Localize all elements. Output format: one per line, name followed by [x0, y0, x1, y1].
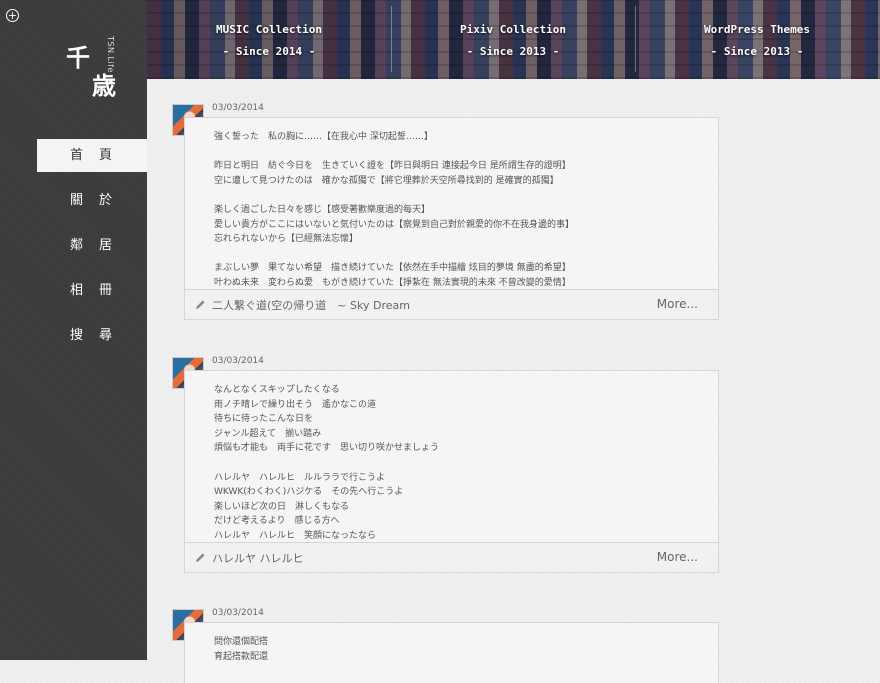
post-body: なんとなくスキップしたくなる 雨ノチ晴レで繰り出そう 遙かなこの道 待ちに待った…: [185, 371, 718, 542]
banner-since: - Since 2013 -: [466, 45, 560, 58]
lyric-line: 楽しく過ごした日々を感じ【感受著歡樂度過的每天】: [214, 204, 431, 215]
post-footer: 二人繋ぐ道(空の帰り道 ~ Sky Dream More...: [185, 289, 718, 319]
add-icon[interactable]: +: [6, 9, 19, 22]
lyric-line: WKWK(わくわく)ハジケる その先へ行こうよ: [214, 487, 404, 498]
banner-wordpress-themes[interactable]: WordPress Themes - Since 2013 -: [635, 0, 879, 79]
lyric-line: 煩悩も才能も 両手に花です 思い切り咲かせましょう: [214, 443, 440, 454]
post-date: 03/03/2014: [212, 608, 264, 618]
lyric-line: 昨日と明日 紡ぐ今日を 生きていく證を【昨日與明日 連接起今日 是所謂生存的證明…: [214, 161, 571, 172]
lyric-line: 空に遭して見つけたのは 確かな孤獨で【將它埋葬於天空所尋找到的 是確實的孤獨】: [214, 175, 559, 186]
banner-music-collection[interactable]: MUSIC Collection - Since 2014 -: [147, 0, 391, 79]
post-card: 強く誓った 私の胸に……【在我心中 深切起誓……】 昨日と明日 紡ぐ今日を 生き…: [184, 117, 719, 320]
nav-item-about[interactable]: 關於: [0, 184, 147, 229]
post-title-link[interactable]: 二人繋ぐ道(空の帰り道 ~ Sky Dream: [212, 297, 410, 313]
post-card: なんとなくスキップしたくなる 雨ノチ晴レで繰り出そう 遙かなこの道 待ちに待った…: [184, 370, 719, 573]
lyric-line: 忘れられないから【已經無法忘懷】: [214, 234, 359, 245]
lyric-line: 待ちに待ったこんな日を: [214, 414, 314, 425]
banner-title: MUSIC Collection: [216, 23, 322, 36]
lyric-line: 問你還個配搭: [214, 637, 269, 647]
nav-item-album[interactable]: 相冊: [0, 274, 147, 319]
main-nav: 首頁 關於 鄰居 相冊 搜尋: [0, 139, 147, 364]
banner-pixiv-collection[interactable]: Pixiv Collection - Since 2013 -: [391, 0, 635, 79]
post-body: 強く誓った 私の胸に……【在我心中 深切起誓……】 昨日と明日 紡ぐ今日を 生き…: [185, 118, 718, 289]
lyric-line: まぶしい夢 果てない希望 描き続けていた【依然在手中描繪 炫目的夢境 無盡的希望…: [214, 263, 571, 274]
post-date: 03/03/2014: [212, 103, 264, 113]
pencil-icon: [195, 553, 205, 563]
logo-char-1: 千: [66, 44, 90, 72]
lyric-line: 楽しいほど次の日 淋しくもなる: [214, 501, 350, 512]
lyric-line: 強く誓った 私の胸に……【在我心中 深切起誓……】: [214, 132, 433, 142]
sidebar: + 千 歳 TSN.Life 首頁 關於 鄰居 相冊 搜尋: [0, 0, 147, 660]
lyric-line: ジャンル超えて 揃い踏み: [214, 428, 322, 439]
header-banner: MUSIC Collection - Since 2014 - Pixiv Co…: [147, 0, 880, 79]
lyric-line: 愛しい貴方がここにはいないと気付いたのは【察覺到自己對於親愛的你不在我身邊的事】: [214, 219, 575, 230]
nav-item-neighbors[interactable]: 鄰居: [0, 229, 147, 274]
more-link[interactable]: More...: [657, 550, 698, 564]
post-body: 問你還個配搭 育起搭款配還: [185, 623, 718, 683]
lyric-line: 雨ノチ晴レで繰り出そう 遙かなこの道: [214, 399, 377, 410]
post-card: 問你還個配搭 育起搭款配還: [184, 622, 719, 683]
site-logo[interactable]: 千 歳 TSN.Life: [62, 34, 132, 104]
nav-item-home[interactable]: 首頁: [37, 139, 147, 172]
banner-since: - Since 2014 -: [222, 45, 316, 58]
pencil-icon: [195, 300, 205, 310]
lyric-line: ハレルヤ ハレルヒ ルルララで行こうよ: [214, 472, 386, 483]
lyric-line: 育起搭款配還: [214, 651, 269, 662]
logo-subtitle: TSN.Life: [106, 36, 115, 73]
post-title-link[interactable]: ハレルヤ ハレルヒ: [212, 550, 304, 566]
lyric-line: だけど考えるより 感じる方へ: [214, 516, 340, 527]
banner-title: WordPress Themes: [704, 23, 810, 36]
banner-title: Pixiv Collection: [460, 23, 566, 36]
more-link[interactable]: More...: [657, 297, 698, 311]
banner-since: - Since 2013 -: [710, 45, 804, 58]
post-date: 03/03/2014: [212, 356, 264, 366]
post-footer: ハレルヤ ハレルヒ More...: [185, 542, 718, 572]
lyric-line: なんとなくスキップしたくなる: [214, 385, 340, 395]
nav-item-search[interactable]: 搜尋: [0, 319, 147, 364]
